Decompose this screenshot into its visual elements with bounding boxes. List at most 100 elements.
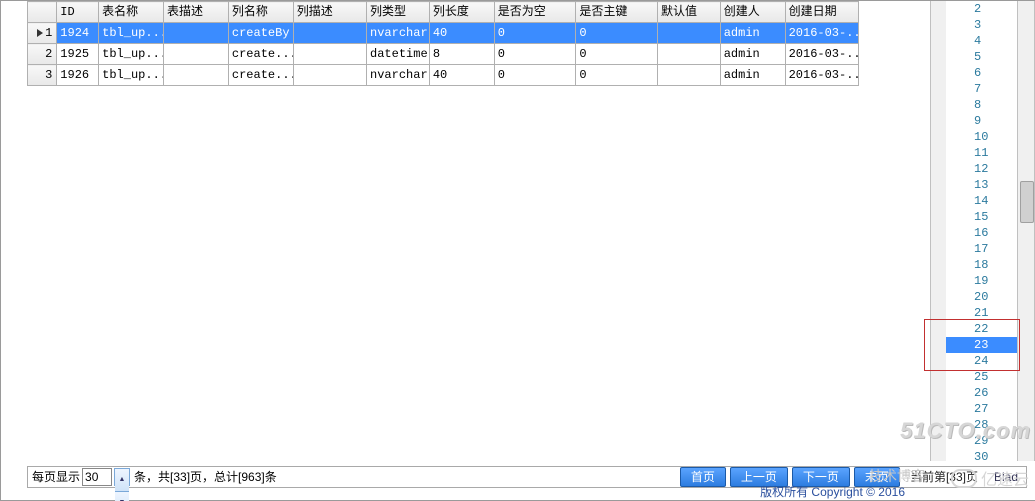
row-header-corner[interactable] (28, 2, 57, 23)
cell[interactable] (657, 44, 720, 65)
line-number[interactable]: 30 (946, 449, 1019, 465)
line-number[interactable]: 14 (946, 193, 1019, 209)
line-number[interactable]: 3 (946, 17, 1019, 33)
line-number[interactable]: 22 (946, 321, 1019, 337)
spinner-up-icon[interactable]: ▲ (115, 469, 129, 492)
cell[interactable]: 2016-03-... (785, 23, 858, 44)
cell[interactable]: 0 (576, 44, 658, 65)
cell[interactable]: 2016-03-... (785, 65, 858, 86)
line-number[interactable]: 29 (946, 433, 1019, 449)
line-number[interactable]: 18 (946, 257, 1019, 273)
cell[interactable]: 40 (429, 65, 494, 86)
line-number[interactable]: 17 (946, 241, 1019, 257)
cell[interactable] (293, 44, 366, 65)
cell[interactable] (164, 65, 229, 86)
page-status: 当前第[33]页 (902, 466, 986, 488)
cell[interactable]: admin (720, 23, 785, 44)
table-row[interactable]: 31926tbl_up...create...nvarchar4000admin… (28, 65, 859, 86)
cell[interactable]: 1925 (57, 44, 99, 65)
cell[interactable] (657, 65, 720, 86)
column-header[interactable]: 是否主键 (576, 2, 658, 23)
cell[interactable]: create... (228, 65, 293, 86)
cell[interactable]: 8 (429, 44, 494, 65)
row-header[interactable]: 3 (28, 65, 57, 86)
cell[interactable]: 2016-03-... (785, 44, 858, 65)
line-number[interactable]: 11 (946, 145, 1019, 161)
line-number[interactable]: 24 (946, 353, 1019, 369)
line-number-gutter[interactable]: 2345678910111213141516171819202122232425… (946, 1, 1019, 461)
current-row-indicator-icon (37, 29, 43, 37)
line-number[interactable]: 4 (946, 33, 1019, 49)
cell[interactable]: nvarchar (367, 23, 430, 44)
line-number[interactable]: 6 (946, 65, 1019, 81)
line-number[interactable]: 20 (946, 289, 1019, 305)
line-number[interactable]: 2 (946, 1, 1019, 17)
line-number[interactable]: 23 (946, 337, 1019, 353)
cell[interactable]: tbl_up... (99, 44, 164, 65)
scrollbar-thumb[interactable] (1020, 181, 1034, 223)
column-header[interactable]: 列名称 (228, 2, 293, 23)
line-number[interactable]: 10 (946, 129, 1019, 145)
line-number[interactable]: 5 (946, 49, 1019, 65)
column-header[interactable]: 列描述 (293, 2, 366, 23)
row-header[interactable]: 2 (28, 44, 57, 65)
cell[interactable]: admin (720, 65, 785, 86)
code-gutter-panel: 2345678910111213141516171819202122232425… (930, 1, 1035, 461)
cell[interactable] (293, 65, 366, 86)
line-number[interactable]: 28 (946, 417, 1019, 433)
cell[interactable]: nvarchar (367, 65, 430, 86)
cell[interactable]: create... (228, 44, 293, 65)
line-number[interactable]: 25 (946, 369, 1019, 385)
first-page-button[interactable]: 首页 (680, 467, 726, 487)
side-scrollbar-right[interactable] (1017, 1, 1035, 461)
line-number[interactable]: 7 (946, 81, 1019, 97)
cell[interactable]: 1924 (57, 23, 99, 44)
cell[interactable]: datetime (367, 44, 430, 65)
column-header[interactable]: 默认值 (657, 2, 720, 23)
line-number[interactable]: 8 (946, 97, 1019, 113)
cell[interactable]: 1926 (57, 65, 99, 86)
line-number[interactable]: 13 (946, 177, 1019, 193)
cell[interactable]: admin (720, 44, 785, 65)
line-number[interactable]: 9 (946, 113, 1019, 129)
cell[interactable]: 0 (576, 23, 658, 44)
line-number[interactable]: 16 (946, 225, 1019, 241)
line-number[interactable]: 26 (946, 385, 1019, 401)
cell[interactable] (293, 23, 366, 44)
column-header[interactable]: 创建日期 (785, 2, 858, 23)
line-number[interactable]: 15 (946, 209, 1019, 225)
summary-text: 条，共[33]页，总计[963]条 (134, 466, 277, 488)
table-row[interactable]: 11924tbl_up...createBynvarchar4000admin2… (28, 23, 859, 44)
line-number[interactable]: 19 (946, 273, 1019, 289)
cell[interactable]: createBy (228, 23, 293, 44)
line-number[interactable]: 12 (946, 161, 1019, 177)
column-header[interactable]: 是否为空 (494, 2, 576, 23)
row-header[interactable]: 1 (28, 23, 57, 44)
cell[interactable]: 0 (576, 65, 658, 86)
cell[interactable] (657, 23, 720, 44)
cell[interactable]: tbl_up... (99, 23, 164, 44)
per-page-spinner[interactable]: ▲ ▼ (114, 468, 130, 486)
cell[interactable]: 0 (494, 23, 576, 44)
app-window: ID表名称表描述列名称列描述列类型列长度是否为空是否主键默认值创建人创建日期11… (0, 0, 1035, 501)
cell[interactable]: tbl_up... (99, 65, 164, 86)
cell[interactable]: 0 (494, 65, 576, 86)
cell[interactable]: 0 (494, 44, 576, 65)
column-header[interactable]: 表描述 (164, 2, 229, 23)
cell[interactable] (164, 44, 229, 65)
data-grid[interactable]: ID表名称表描述列名称列描述列类型列长度是否为空是否主键默认值创建人创建日期 11… (27, 1, 887, 461)
line-number[interactable]: 21 (946, 305, 1019, 321)
column-header[interactable]: 列长度 (429, 2, 494, 23)
column-header[interactable]: 表名称 (99, 2, 164, 23)
spinner-down-icon[interactable]: ▼ (115, 492, 129, 501)
cell[interactable]: 40 (429, 23, 494, 44)
per-page-input[interactable] (82, 468, 112, 486)
footer-copyright: 版权所有 Copyright © 2016 (760, 483, 905, 500)
cell[interactable] (164, 23, 229, 44)
column-header[interactable]: 创建人 (720, 2, 785, 23)
column-header[interactable]: ID (57, 2, 99, 23)
blank-label: Blad (986, 466, 1026, 488)
table-row[interactable]: 21925tbl_up...create...datetime800admin2… (28, 44, 859, 65)
line-number[interactable]: 27 (946, 401, 1019, 417)
column-header[interactable]: 列类型 (367, 2, 430, 23)
